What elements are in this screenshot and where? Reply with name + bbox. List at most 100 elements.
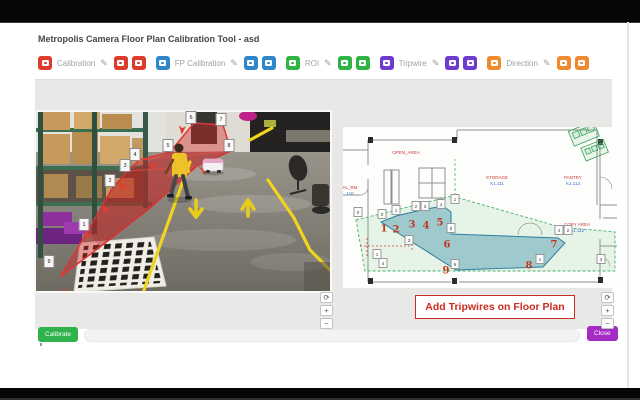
square-glyph-icon — [247, 60, 254, 66]
calibration-action-button-1[interactable] — [114, 56, 128, 70]
floorplan-vertex-marker[interactable]: 6 — [451, 259, 460, 269]
floorplan-room-label: PANTRYK1.113 — [564, 175, 582, 187]
square-glyph-icon — [578, 60, 585, 66]
room-code: K1.111 — [486, 181, 508, 187]
direction-edit-pencil-icon[interactable]: ✎ — [543, 58, 551, 69]
camera-tripwire-marker[interactable]: 1 — [79, 218, 90, 231]
square-glyph-icon — [117, 60, 124, 66]
floorplan-vertex-marker[interactable]: 3 — [405, 235, 414, 245]
camera-tripwire-marker[interactable]: 9 — [44, 255, 55, 268]
room-code: K1.113 — [564, 181, 582, 187]
toolbar-group-calibration: Calibration ✎ — [38, 56, 146, 70]
fp-calibration-label: FP Calibration — [175, 59, 226, 68]
square-glyph-icon — [449, 60, 456, 66]
roi-edit-pencil-icon[interactable]: ✎ — [324, 58, 332, 69]
calibration-label: Calibration — [57, 59, 95, 68]
roi-label: ROI — [305, 59, 319, 68]
floorplan-zoom-controls: ⟳ + − — [601, 292, 614, 329]
camera-tripwire-marker[interactable]: 7 — [216, 113, 227, 126]
square-glyph-icon — [341, 60, 348, 66]
room-code: 110 — [342, 191, 357, 197]
floorplan-vertex-marker[interactable]: 2 — [564, 225, 573, 235]
progress-track — [84, 329, 580, 342]
direction-glyph-icon — [491, 60, 498, 66]
calibrate-button[interactable]: Calibrate — [38, 327, 78, 342]
floorplan-tripwire-number: 2 — [393, 225, 400, 236]
tripwire-icon-button[interactable] — [380, 56, 394, 70]
camera-tripwire-marker[interactable]: 8 — [224, 139, 235, 152]
direction-label: Direction — [506, 59, 538, 68]
camera-reset-view-button[interactable]: ⟳ — [320, 292, 333, 303]
direction-action-button-2[interactable] — [575, 56, 589, 70]
floorplan-vertex-marker[interactable]: 1 — [536, 254, 545, 264]
floorplan-vertex-marker[interactable]: 5 — [447, 223, 456, 233]
fp-calibration-action-button-2[interactable] — [262, 56, 276, 70]
floorplan-reset-view-button[interactable]: ⟳ — [601, 292, 614, 303]
room-name: OPEN_AREA — [392, 150, 420, 156]
tripwire-glyph-icon — [383, 60, 390, 66]
fp-calibration-edit-pencil-icon[interactable]: ✎ — [230, 58, 238, 69]
camera-tripwire-marker[interactable]: 4 — [130, 148, 141, 161]
floorplan-vertex-marker[interactable]: 4 — [437, 199, 446, 209]
floorplan-vertex-marker[interactable]: 2 — [412, 201, 421, 211]
floorplan-tripwire-number: 9 — [443, 266, 450, 277]
bottom-letterbox-bar — [0, 388, 640, 400]
floorplan-tripwire-number: 7 — [551, 240, 558, 251]
direction-action-button-1[interactable] — [557, 56, 571, 70]
floorplan-tripwire-number: 1 — [381, 224, 388, 235]
calibration-edit-pencil-icon[interactable]: ✎ — [100, 58, 108, 69]
app-window: Metropolis Camera Floor Plan Calibration… — [0, 0, 640, 400]
floorplan-vertex-marker[interactable]: 1 — [451, 194, 460, 204]
square-glyph-icon — [135, 60, 142, 66]
floorplan-vertex-marker[interactable]: 4 — [555, 225, 564, 235]
tripwire-action-button-1[interactable] — [445, 56, 459, 70]
camera-zoom-in-button[interactable]: + — [320, 305, 333, 316]
floorplan-vertex-marker[interactable]: 3 — [597, 254, 606, 264]
square-glyph-icon — [467, 60, 474, 66]
toolbar-group-tripwire: Tripwire ✎ — [380, 56, 478, 70]
camera-view-canvas[interactable] — [34, 110, 332, 293]
camera-tripwire-marker[interactable]: 6 — [186, 111, 197, 124]
camera-zoom-out-button[interactable]: − — [320, 318, 333, 329]
page-title: Metropolis Camera Floor Plan Calibration… — [38, 34, 259, 44]
floorplan-zoom-out-button[interactable]: − — [601, 318, 614, 329]
floorplan-tripwire-number: 8 — [526, 261, 533, 272]
floorplan-vertex-marker[interactable]: 0 — [378, 209, 387, 219]
camera-tripwire-marker[interactable]: 2 — [105, 174, 116, 187]
floorplan-tripwire-number: 5 — [437, 218, 444, 229]
top-letterbox-bar — [0, 0, 640, 23]
floorplan-room-label: STORAGEK1.111 — [486, 175, 508, 187]
roi-icon-button[interactable] — [286, 56, 300, 70]
calibration-icon-button[interactable] — [38, 56, 52, 70]
calibration-action-button-2[interactable] — [132, 56, 146, 70]
floorplan-zoom-in-button[interactable]: + — [601, 305, 614, 316]
fp-calibration-glyph-icon — [159, 60, 166, 66]
camera-zoom-controls: ⟳ + − — [320, 292, 333, 329]
floorplan-vertex-marker[interactable]: 0 — [354, 207, 363, 217]
calibration-glyph-icon — [42, 60, 49, 66]
toolbar-group-fp-calibration: FP Calibration ✎ — [156, 56, 276, 70]
camera-scene — [36, 112, 330, 291]
floorplan-vertex-marker[interactable]: 4 — [379, 258, 388, 268]
tripwire-edit-pencil-icon[interactable]: ✎ — [432, 58, 440, 69]
floorplan-tripwire-number: 6 — [444, 240, 451, 251]
toolbar-group-roi: ROI ✎ — [286, 56, 370, 70]
floorplan-vertex-marker[interactable]: 1 — [392, 205, 401, 215]
toolbar-group-direction: Direction ✎ — [487, 56, 588, 70]
tripwire-label: Tripwire — [399, 59, 427, 68]
roi-action-button-1[interactable] — [338, 56, 352, 70]
roi-action-button-2[interactable] — [356, 56, 370, 70]
floorplan-room-label: OPEN_AREA — [392, 150, 420, 156]
fp-calibration-action-button-1[interactable] — [244, 56, 258, 70]
direction-icon-button[interactable] — [487, 56, 501, 70]
page-scrollbar[interactable] — [627, 22, 629, 388]
roi-glyph-icon — [289, 60, 296, 66]
tripwire-action-button-2[interactable] — [463, 56, 477, 70]
square-glyph-icon — [359, 60, 366, 66]
floorplan-tripwire-number: 3 — [409, 220, 416, 231]
floorplan-room-label: AL_RM110 — [342, 185, 357, 197]
add-tripwires-note: Add Tripwires on Floor Plan — [415, 295, 575, 319]
camera-tripwire-marker[interactable]: 5 — [163, 139, 174, 152]
floorplan-vertex-marker[interactable]: 3 — [421, 201, 430, 211]
fp-calibration-icon-button[interactable] — [156, 56, 170, 70]
